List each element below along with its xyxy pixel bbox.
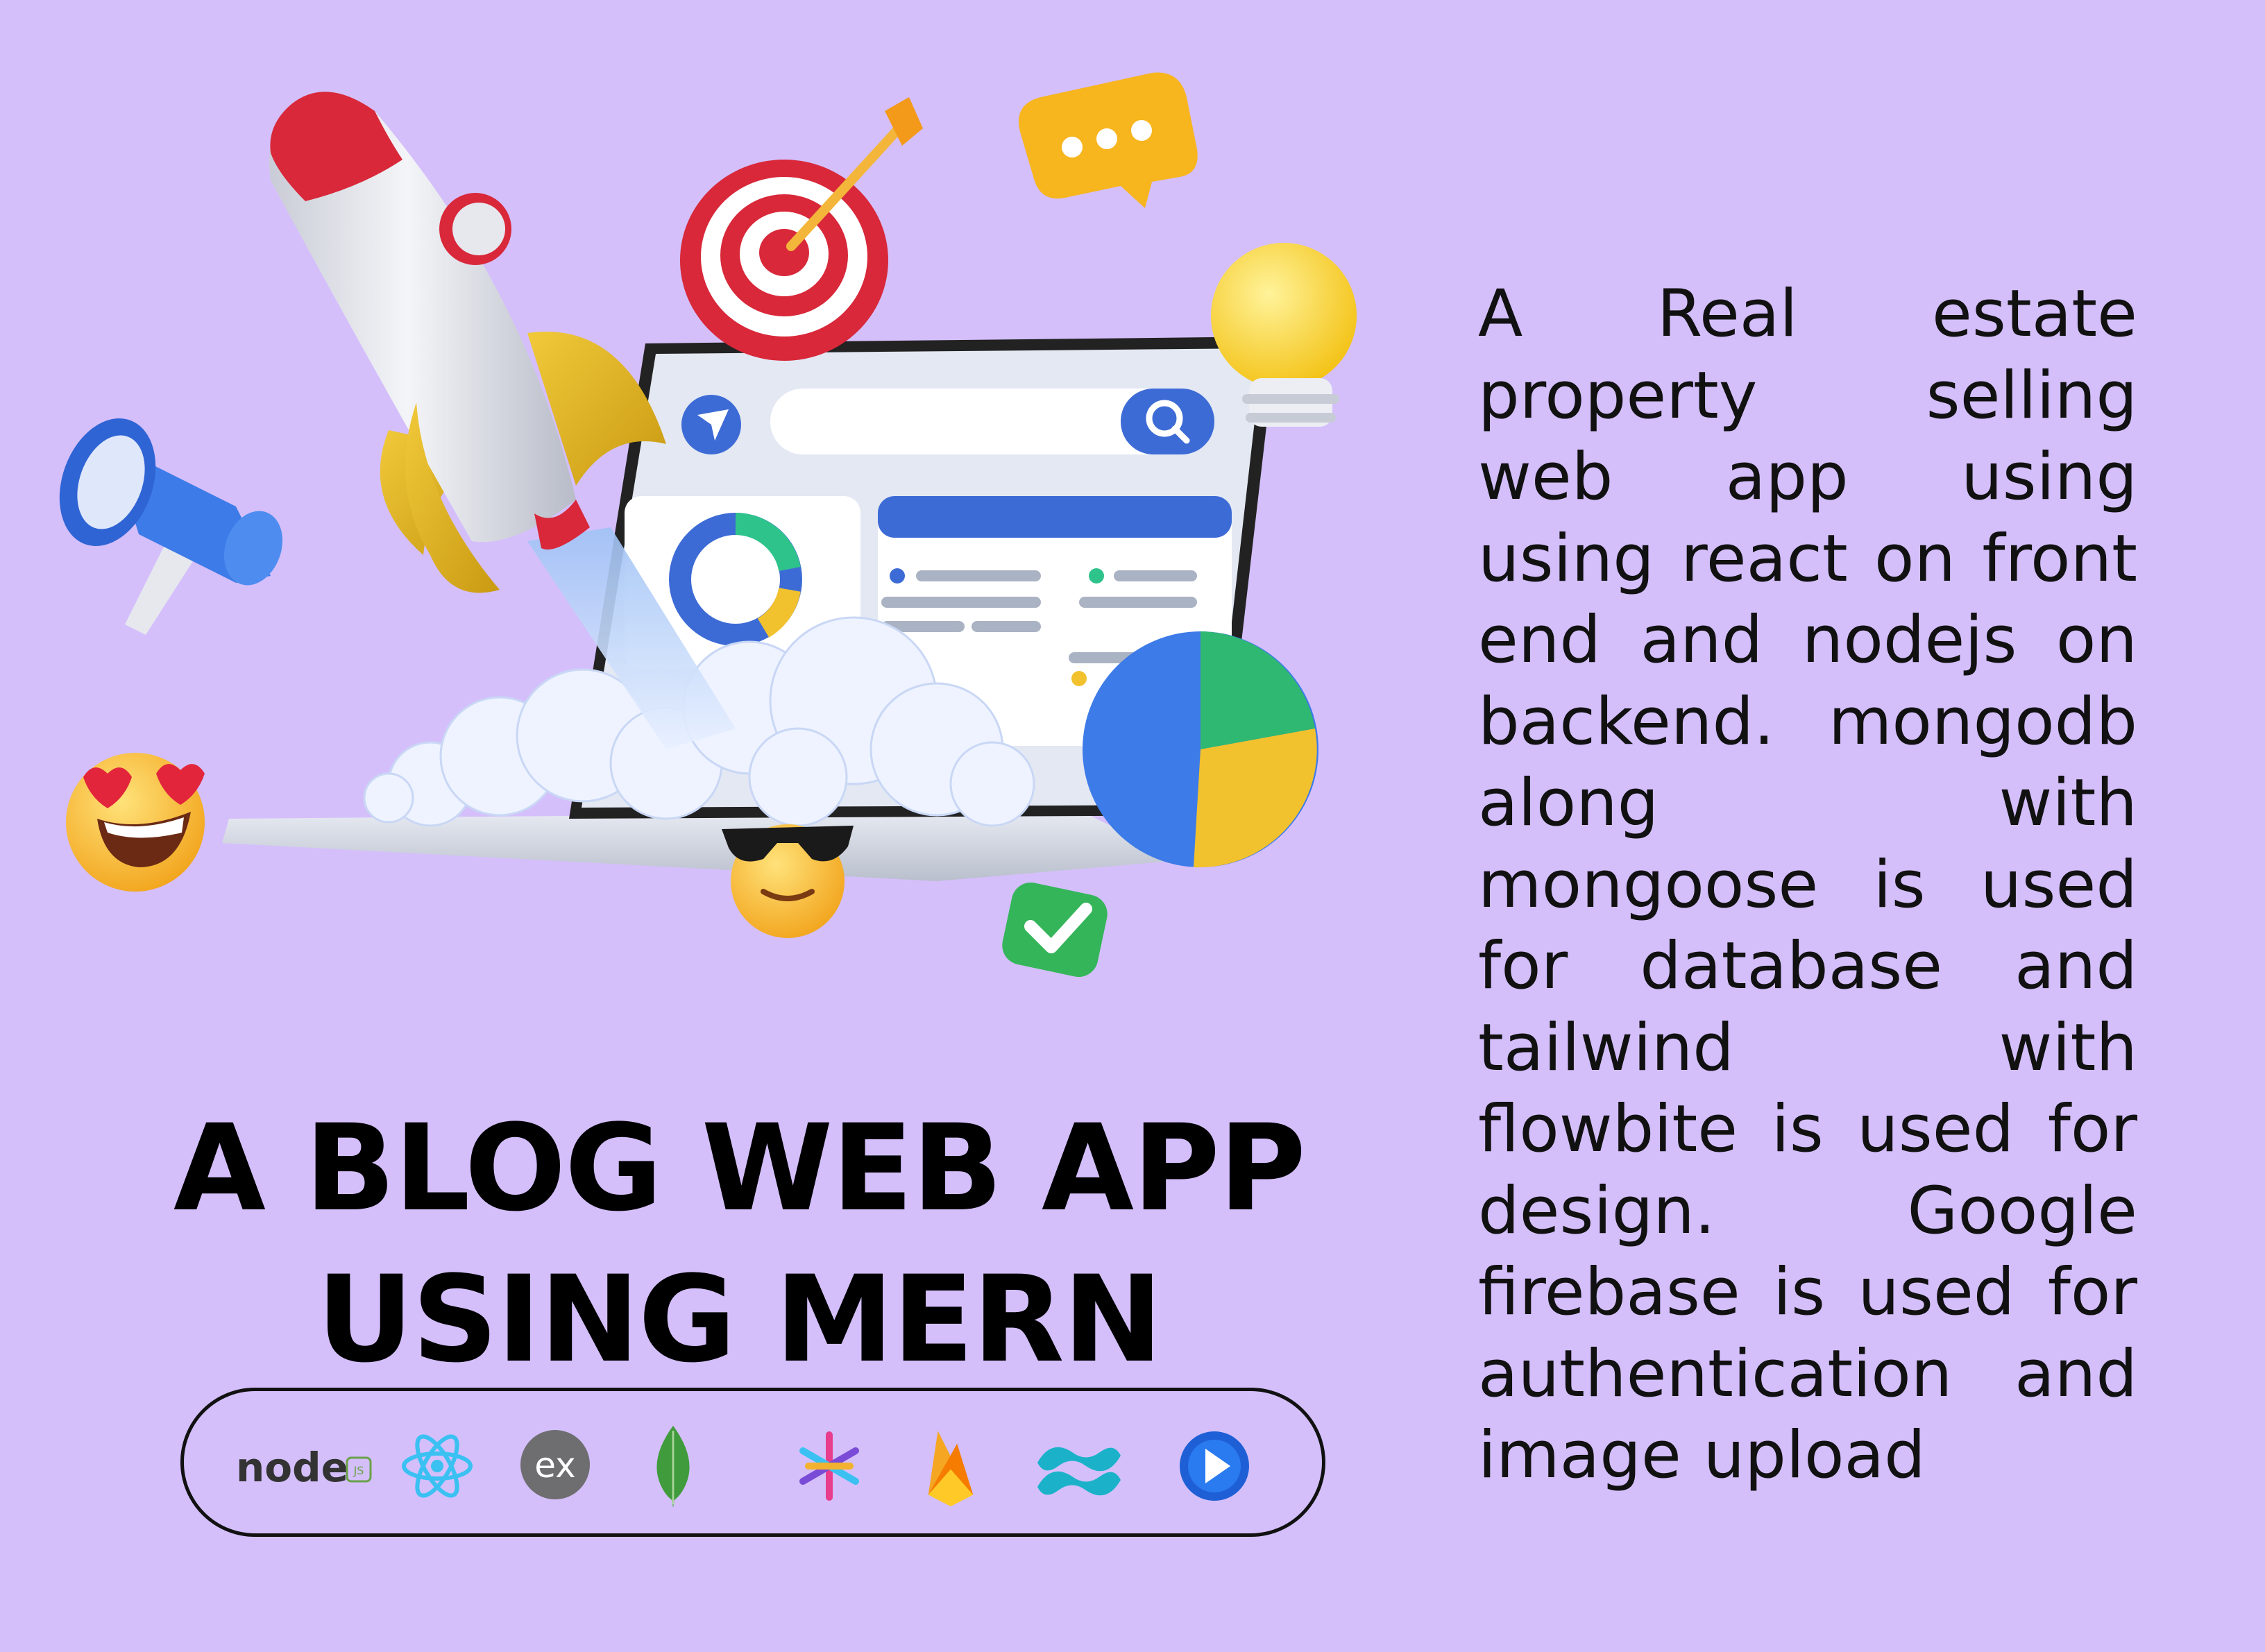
checkmark-badge-icon	[1002, 882, 1108, 978]
target-icon	[680, 97, 923, 361]
title-line-1: A BLOG WEB APP	[173, 1098, 1306, 1238]
title-line-2: USING MERN	[316, 1250, 1163, 1390]
page-title: A BLOG WEB APP USING MERN	[97, 1093, 1381, 1395]
flowbite-icon	[1180, 1431, 1249, 1501]
nodejs-sub-label: JS	[353, 1464, 364, 1477]
asterisk-icon	[799, 1431, 859, 1501]
heart-eyes-emoji-icon	[66, 753, 205, 892]
hero-illustration	[59, 72, 1357, 978]
mongodb-icon	[656, 1425, 690, 1508]
tech-stack-bar: node JS ex	[180, 1388, 1325, 1537]
chat-bubble-icon	[1019, 72, 1198, 208]
express-label: ex	[534, 1445, 575, 1485]
pie-chart-icon	[1083, 631, 1318, 868]
express-icon: ex	[520, 1430, 590, 1499]
nodejs-icon: node JS	[236, 1444, 372, 1491]
description-text: A Real estate property selling web app u…	[1478, 276, 2137, 1493]
tailwind-icon	[1037, 1447, 1121, 1496]
sunglasses-emoji-icon	[722, 824, 854, 938]
nodejs-label: node	[236, 1444, 348, 1491]
react-icon	[402, 1434, 473, 1498]
firebase-icon	[928, 1431, 974, 1507]
megaphone-icon	[59, 418, 283, 635]
